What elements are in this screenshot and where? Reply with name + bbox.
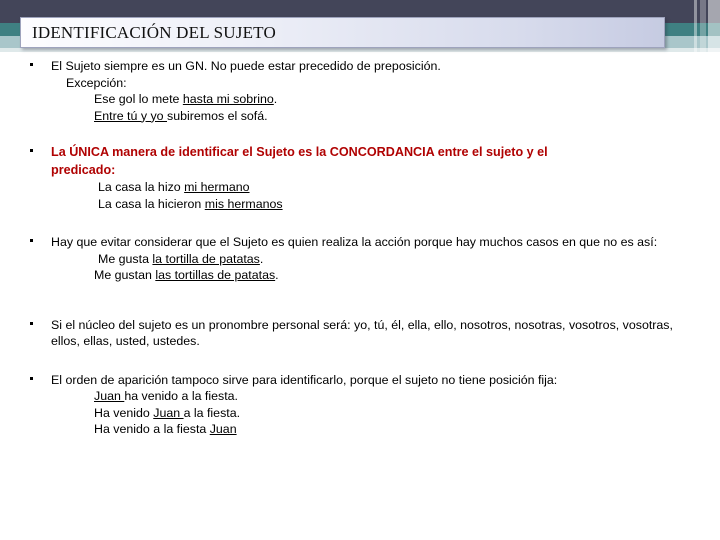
bullet-2-example-1: La casa la hizo mi hermano	[51, 179, 698, 196]
example-pre: Ese gol lo mete	[94, 92, 183, 106]
bullet-4-text: Si el núcleo del sujeto es un pronombre …	[51, 317, 673, 349]
example-pre: Me gustan	[94, 268, 156, 282]
example-pre: Ha venido	[94, 405, 154, 420]
bullet-3-text: Hay que evitar considerar que el Sujeto …	[51, 235, 658, 249]
bullet-1-example-2: Entre tú y yo subiremos el sofá.	[51, 108, 698, 125]
bullet-5-example-1: Juan ha venido a la fiesta.	[51, 388, 698, 405]
bullet-2-line-2: predicado:	[51, 162, 116, 177]
bullet-dot-icon	[30, 149, 33, 152]
header-band-pale	[0, 48, 720, 52]
page-title: IDENTIFICACIÓN DEL SUJETO	[32, 22, 276, 42]
example-underlined: Juan	[94, 389, 125, 403]
bullet-item-5: El orden de aparición tampoco sirve para…	[0, 372, 720, 438]
bullet-item-2: La ÚNICA manera de identificar el Sujeto…	[0, 144, 720, 212]
example-post: subiremos el sofá.	[167, 108, 268, 123]
accent-bar-1	[694, 0, 697, 52]
bullet-5-text: El orden de aparición tampoco sirve para…	[51, 372, 558, 387]
bullet-5-example-2: Ha venido Juan a la fiesta.	[51, 405, 698, 422]
example-underlined: la tortilla de patatas	[152, 251, 260, 266]
accent-bar-3	[708, 0, 720, 52]
example-post: .	[275, 268, 279, 282]
bullet-dot-icon	[30, 63, 33, 66]
example-underlined: las tortillas de patatas	[155, 268, 276, 282]
example-underlined: mis hermanos	[204, 196, 283, 211]
example-post: a la fiesta.	[183, 405, 241, 420]
bullet-2-example-2: La casa la hicieron mis hermanos	[51, 196, 698, 213]
example-pre: Me gusta	[98, 251, 153, 266]
bullet-item-1: El Sujeto siempre es un GN. No puede est…	[0, 58, 720, 124]
example-post: .	[273, 92, 278, 106]
example-underlined: hasta mi sobrino	[182, 92, 274, 106]
example-underlined: mi hermano	[184, 180, 250, 194]
example-post: ha venido a la fiesta.	[124, 389, 238, 403]
bullet-5-example-3: Ha venido a la fiesta Juan	[51, 421, 698, 438]
slide-title-bar: IDENTIFICACIÓN DEL SUJETO	[20, 17, 665, 48]
bullet-1-example-1: Ese gol lo mete hasta mi sobrino.	[51, 91, 698, 108]
bullet-dot-icon	[30, 321, 33, 325]
example-underlined: Entre tú y yo	[94, 108, 168, 123]
example-pre: Ha venido a la fiesta	[94, 422, 210, 436]
slide: IDENTIFICACIÓN DEL SUJETO El Sujeto siem…	[0, 0, 720, 540]
bullet-item-4: Si el núcleo del sujeto es un pronombre …	[0, 317, 720, 350]
bullet-3-example-2: Me gustan las tortillas de patatas.	[51, 267, 698, 284]
accent-bar-2	[700, 0, 706, 52]
example-pre: La casa la hizo	[98, 180, 185, 194]
example-underlined: Juan	[153, 405, 184, 420]
example-pre: La casa la hicieron	[98, 196, 205, 211]
example-post: .	[259, 251, 264, 266]
bullet-2-text: La ÚNICA manera de identificar el Sujeto…	[51, 144, 698, 179]
bullet-dot-icon	[30, 239, 33, 242]
example-underlined: Juan	[209, 422, 237, 436]
bullet-3-example-1: Me gusta la tortilla de patatas.	[51, 251, 698, 268]
bullet-2-line-1: La ÚNICA manera de identificar el Sujeto…	[51, 145, 548, 159]
slide-body: El Sujeto siempre es un GN. No puede est…	[0, 58, 720, 438]
bullet-1-subtext: Excepción:	[66, 75, 127, 90]
bullet-dot-icon	[30, 376, 33, 380]
bullet-item-3: Hay que evitar considerar que el Sujeto …	[0, 234, 720, 284]
bullet-1-text: El Sujeto siempre es un GN. No puede est…	[51, 59, 441, 73]
